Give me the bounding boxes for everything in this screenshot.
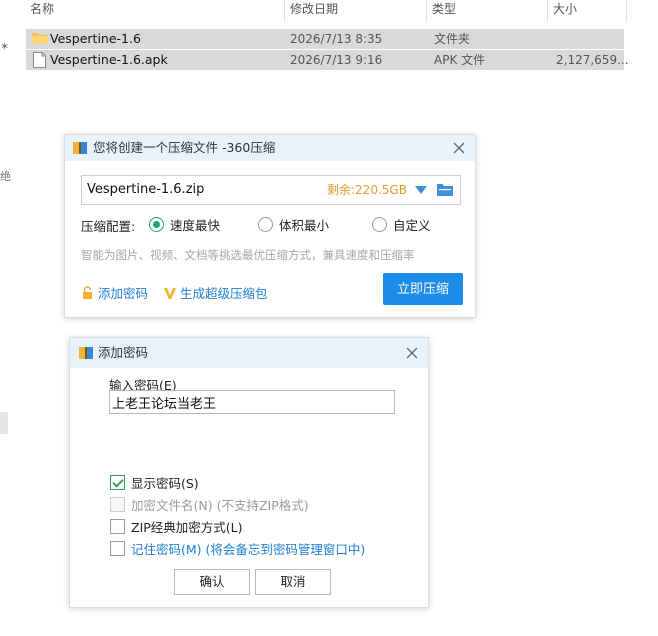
checkbox-box[interactable] — [110, 519, 125, 534]
super-package-link[interactable]: 生成超级压缩包 — [163, 283, 268, 302]
file-date: 2026/7/13 8:35 — [290, 32, 383, 46]
option-custom[interactable]: 自定义 — [372, 215, 431, 233]
file-type: 文件夹 — [434, 32, 471, 46]
folder-icon — [32, 33, 48, 44]
column-separator[interactable] — [426, 0, 427, 22]
compress-dialog-title: 您将创建一个压缩文件 -360压缩 — [93, 140, 276, 155]
file-row[interactable]: Vespertine-1.6 2026/7/13 8:35 文件夹 — [26, 29, 624, 49]
column-separator[interactable] — [284, 0, 285, 22]
browse-folder-icon[interactable] — [437, 183, 453, 197]
lock-icon — [83, 285, 92, 299]
password-input[interactable] — [109, 390, 395, 414]
ok-button[interactable]: 确认 — [174, 569, 250, 595]
radio-button[interactable] — [258, 216, 273, 232]
option-fastest[interactable]: 速度最快 — [149, 215, 220, 233]
password-dialog-title-bar[interactable]: 添加密码 — [70, 338, 428, 368]
archive-filename[interactable]: Vespertine-1.6.zip — [87, 176, 204, 204]
close-icon[interactable] — [405, 346, 419, 360]
compress-dialog: 您将创建一个压缩文件 -360压缩 Vespertine-1.6.zip 剩余:… — [64, 134, 476, 318]
column-separator[interactable] — [626, 0, 627, 22]
column-header-name[interactable]: 名称 — [26, 0, 54, 22]
file-row[interactable]: Vespertine-1.6.apk 2026/7/13 9:16 APK 文件… — [26, 50, 629, 70]
chevron-down-icon[interactable] — [415, 186, 427, 194]
checkbox-label: ZIP经典加密方式(L) — [131, 520, 243, 535]
column-header-size[interactable]: 大小 — [549, 0, 577, 22]
file-type: APK 文件 — [434, 53, 486, 67]
checkbox-note: (不支持ZIP格式) — [216, 498, 309, 513]
checkbox-label: 显示密码(S) — [131, 476, 199, 491]
checkbox-label: 记住密码(M) — [131, 542, 202, 557]
compress-now-button[interactable]: 立即压缩 — [383, 273, 463, 305]
nav-pane-scroll-marker — [0, 412, 8, 434]
close-icon[interactable] — [452, 141, 466, 155]
remember-password-checkbox[interactable]: 记住密码(M) (将会备忘到密码管理窗口中) — [110, 539, 365, 558]
file-icon — [33, 52, 46, 68]
encrypt-filenames-checkbox: 加密文件名(N) (不支持ZIP格式) — [110, 495, 309, 514]
compress-dialog-title-bar[interactable]: 您将创建一个压缩文件 -360压缩 — [65, 135, 475, 161]
super-package-label: 生成超级压缩包 — [180, 286, 268, 301]
file-name: Vespertine-1.6.apk — [50, 52, 168, 67]
password-dialog-title: 添加密码 — [98, 345, 149, 360]
v-badge-icon — [164, 287, 176, 299]
archive-app-icon — [73, 142, 87, 154]
option-label: 自定义 — [393, 217, 431, 233]
column-header-type[interactable]: 类型 — [428, 0, 456, 22]
archive-app-icon — [79, 347, 93, 359]
option-label: 体积最小 — [279, 217, 330, 233]
file-date: 2026/7/13 9:16 — [290, 53, 383, 67]
column-separator[interactable] — [547, 0, 548, 22]
option-smallest[interactable]: 体积最小 — [258, 215, 329, 233]
add-password-label: 添加密码 — [98, 286, 149, 301]
checkbox-box[interactable] — [110, 475, 125, 490]
radio-button[interactable] — [149, 216, 164, 232]
zip-classic-encryption-checkbox[interactable]: ZIP经典加密方式(L) — [110, 517, 243, 536]
add-password-link[interactable]: 添加密码 — [81, 283, 148, 302]
radio-button[interactable] — [372, 216, 387, 232]
column-header-date[interactable]: 修改日期 — [286, 0, 338, 22]
archive-path-field[interactable]: Vespertine-1.6.zip 剩余:220.5GB — [81, 175, 461, 205]
checkbox-box[interactable] — [110, 541, 125, 556]
file-name: Vespertine-1.6 — [50, 31, 141, 46]
show-password-checkbox[interactable]: 显示密码(S) — [110, 473, 199, 492]
checkbox-box — [110, 497, 125, 512]
file-size: 2,127,659... — [556, 53, 629, 67]
checkbox-note: (将会备忘到密码管理窗口中) — [205, 542, 366, 557]
compression-config-label: 压缩配置: — [81, 219, 136, 234]
compression-hint: 智能为图片、视频、文档等挑选最优压缩方式，兼具速度和压缩率 — [81, 248, 415, 262]
add-password-dialog: 添加密码 输入密码(E) 显示密码(S) 加密文件名(N) (不支持ZIP格式)… — [69, 337, 429, 608]
free-space-label: 剩余:220.5GB — [327, 183, 407, 197]
pin-icon: ✶ — [0, 40, 10, 53]
edge-text: 绝 — [0, 170, 11, 183]
checkbox-label: 加密文件名(N) — [131, 498, 213, 513]
option-label: 速度最快 — [170, 217, 221, 233]
cancel-button[interactable]: 取消 — [255, 569, 331, 595]
